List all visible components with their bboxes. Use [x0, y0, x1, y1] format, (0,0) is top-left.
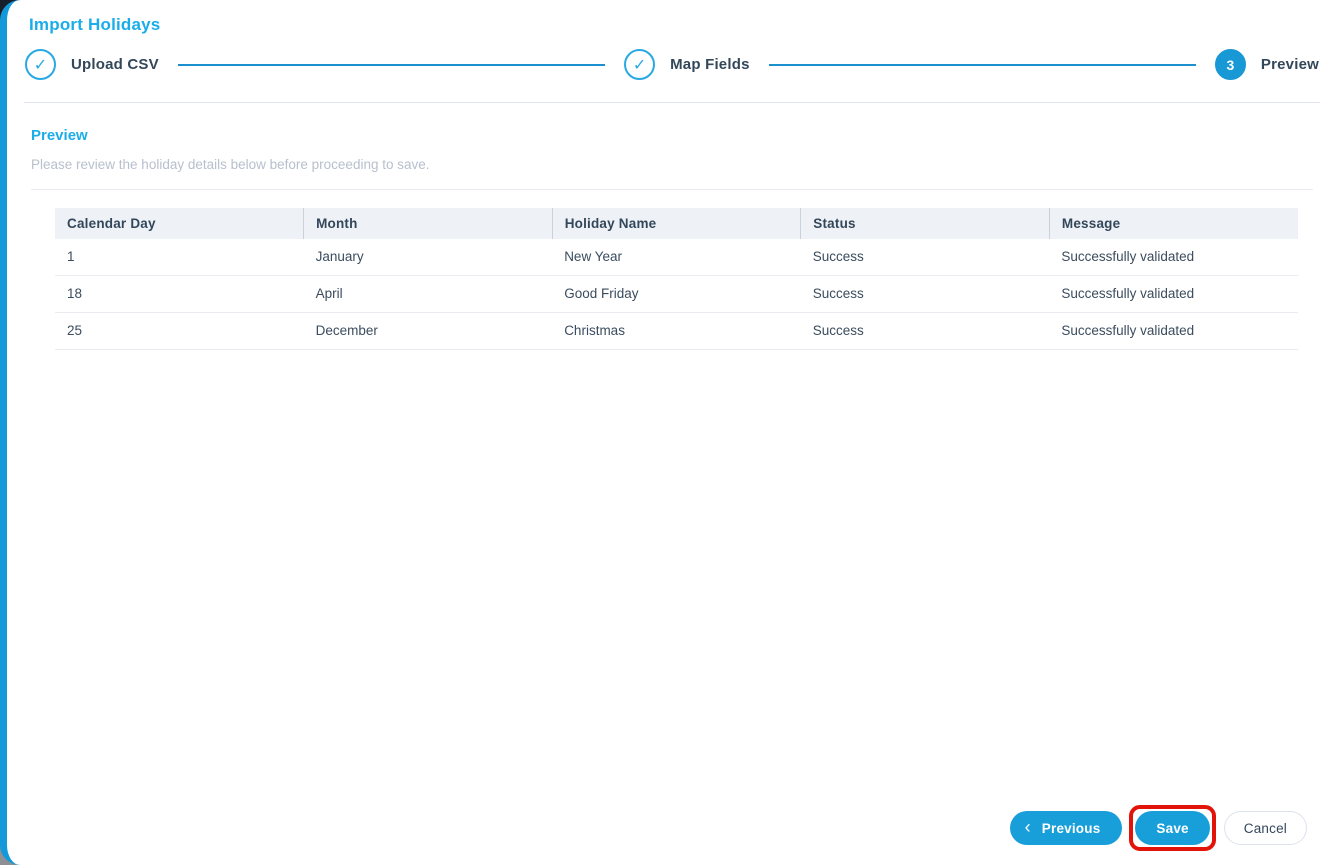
cell-status: Success	[800, 312, 1050, 350]
preview-table-container: Calendar Day Month Holiday Name Status M…	[55, 208, 1298, 350]
cell-message: Successfully validated	[1049, 312, 1298, 350]
step-label: Upload CSV	[71, 56, 159, 73]
cell-calendar-day: 1	[55, 239, 304, 276]
table-header-row: Calendar Day Month Holiday Name Status M…	[55, 208, 1298, 239]
table-row: 18 April Good Friday Success Successfull…	[55, 275, 1298, 313]
step-upload-csv[interactable]: ✓ Upload CSV	[25, 49, 159, 80]
cell-calendar-day: 25	[55, 312, 304, 350]
section-subtitle: Please review the holiday details below …	[31, 157, 430, 172]
save-button[interactable]: Save	[1135, 811, 1210, 845]
cell-month: April	[303, 275, 553, 313]
preview-section-header: Preview Please review the holiday detail…	[31, 127, 1313, 172]
holiday-preview-table: Calendar Day Month Holiday Name Status M…	[55, 208, 1298, 350]
cell-message: Successfully validated	[1049, 275, 1298, 313]
previous-button[interactable]: ‹ Previous	[1009, 811, 1123, 845]
cell-status: Success	[800, 239, 1050, 276]
page-title: Import Holidays	[29, 15, 161, 34]
chevron-left-icon: ‹	[1024, 817, 1031, 837]
column-header-month: Month	[303, 208, 553, 239]
annotation-highlight-box: Save	[1129, 805, 1216, 851]
cell-status: Success	[800, 275, 1050, 313]
cell-month: December	[303, 312, 553, 350]
step-preview[interactable]: 3 Preview	[1214, 49, 1319, 80]
step-completed-check-icon: ✓	[25, 49, 56, 80]
cell-message: Successfully validated	[1049, 239, 1298, 276]
column-header-calendar-day: Calendar Day	[55, 208, 304, 239]
stepper-divider	[24, 102, 1320, 103]
column-header-message: Message	[1048, 208, 1298, 239]
table-row: 1 January New Year Success Successfully …	[55, 239, 1298, 276]
step-connector	[177, 63, 606, 66]
wizard-stepper: ✓ Upload CSV ✓ Map Fields 3 Preview	[25, 49, 1319, 80]
step-label: Preview	[1260, 56, 1319, 73]
cancel-button[interactable]: Cancel	[1223, 811, 1307, 845]
import-holidays-panel: Import Holidays ✓ Upload CSV ✓ Map Field…	[0, 0, 1336, 865]
section-title: Preview	[31, 127, 88, 144]
step-completed-check-icon: ✓	[624, 49, 656, 80]
column-header-status: Status	[800, 208, 1050, 239]
cell-calendar-day: 18	[55, 275, 304, 313]
column-header-holiday-name: Holiday Name	[551, 208, 801, 239]
wizard-footer: ‹ Previous Save Cancel	[23, 805, 1321, 853]
cell-holiday-name: New Year	[552, 239, 801, 276]
cell-month: January	[303, 239, 553, 276]
cell-holiday-name: Good Friday	[552, 275, 801, 313]
step-connector	[768, 63, 1196, 66]
step-number-badge: 3	[1214, 49, 1246, 80]
section-divider	[31, 189, 1313, 190]
step-label: Map Fields	[670, 56, 750, 73]
step-map-fields[interactable]: ✓ Map Fields	[624, 49, 750, 80]
cell-holiday-name: Christmas	[552, 312, 801, 350]
previous-button-label: Previous	[1041, 820, 1101, 836]
table-row: 25 December Christmas Success Successful…	[55, 312, 1298, 350]
